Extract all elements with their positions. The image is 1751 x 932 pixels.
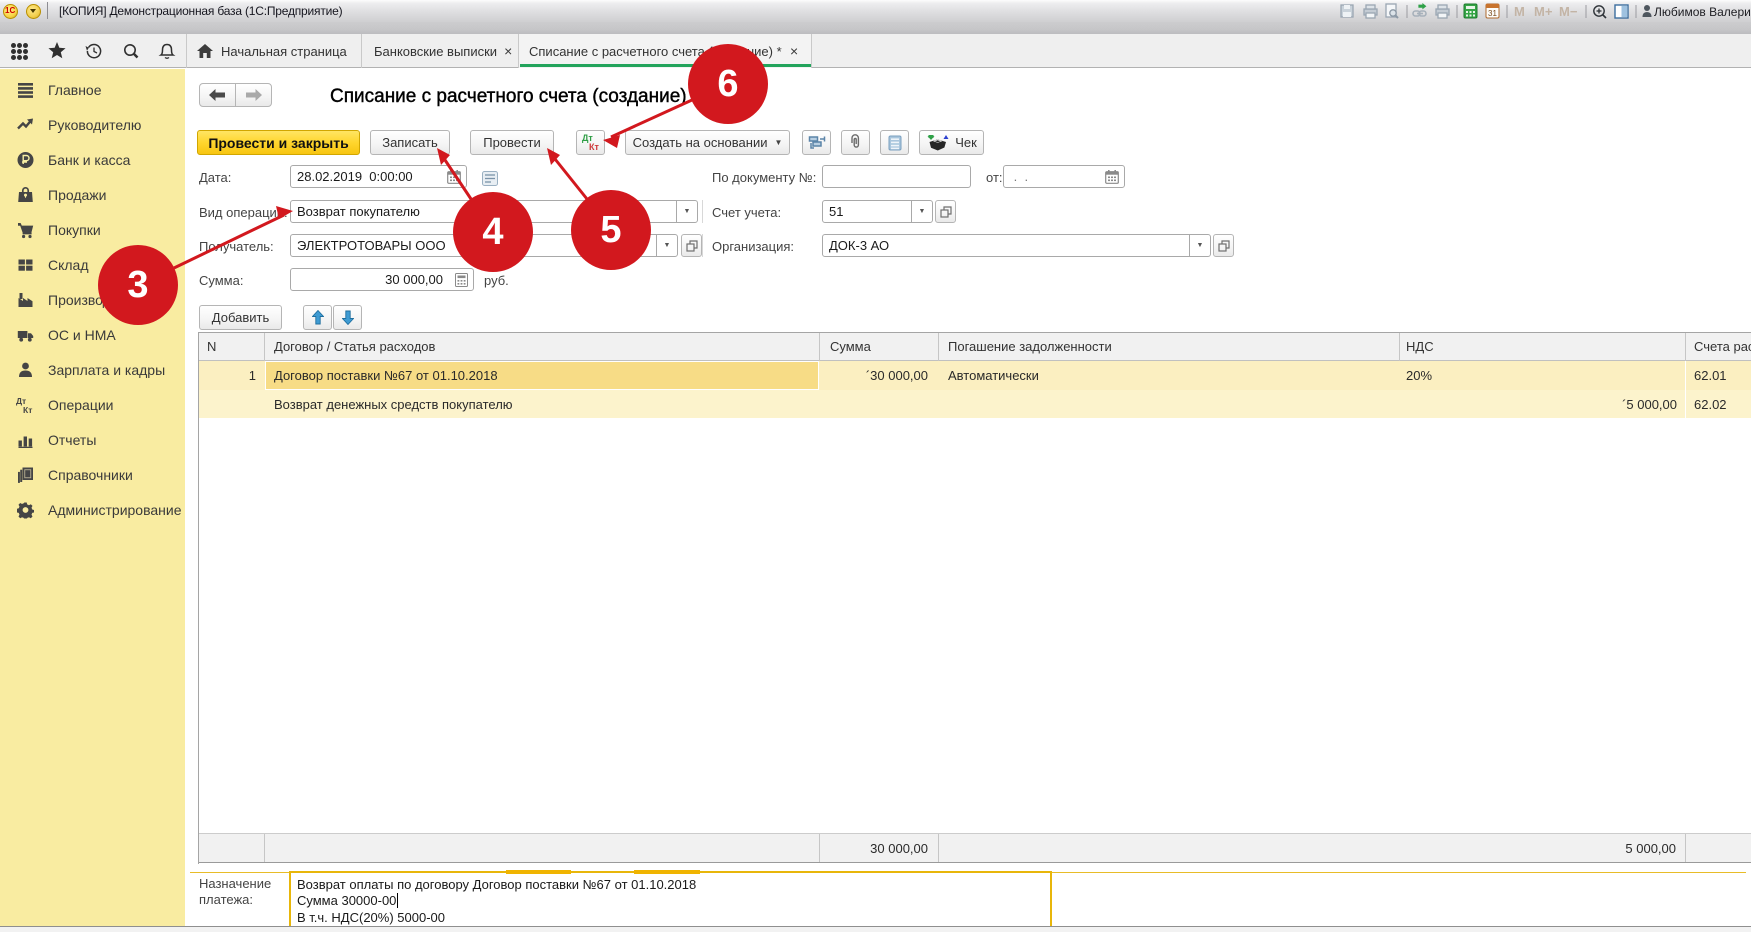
svg-text:M: M [1514,4,1525,19]
svg-text:M+: M+ [1534,4,1553,19]
svg-text:Кт: Кт [589,142,599,152]
svg-text:Любимов Валерий: Любимов Валерий [1654,5,1751,19]
svg-text:Кт: Кт [23,405,32,415]
svg-text:M−: M− [1559,4,1578,19]
svg-text:31: 31 [1488,9,1497,18]
